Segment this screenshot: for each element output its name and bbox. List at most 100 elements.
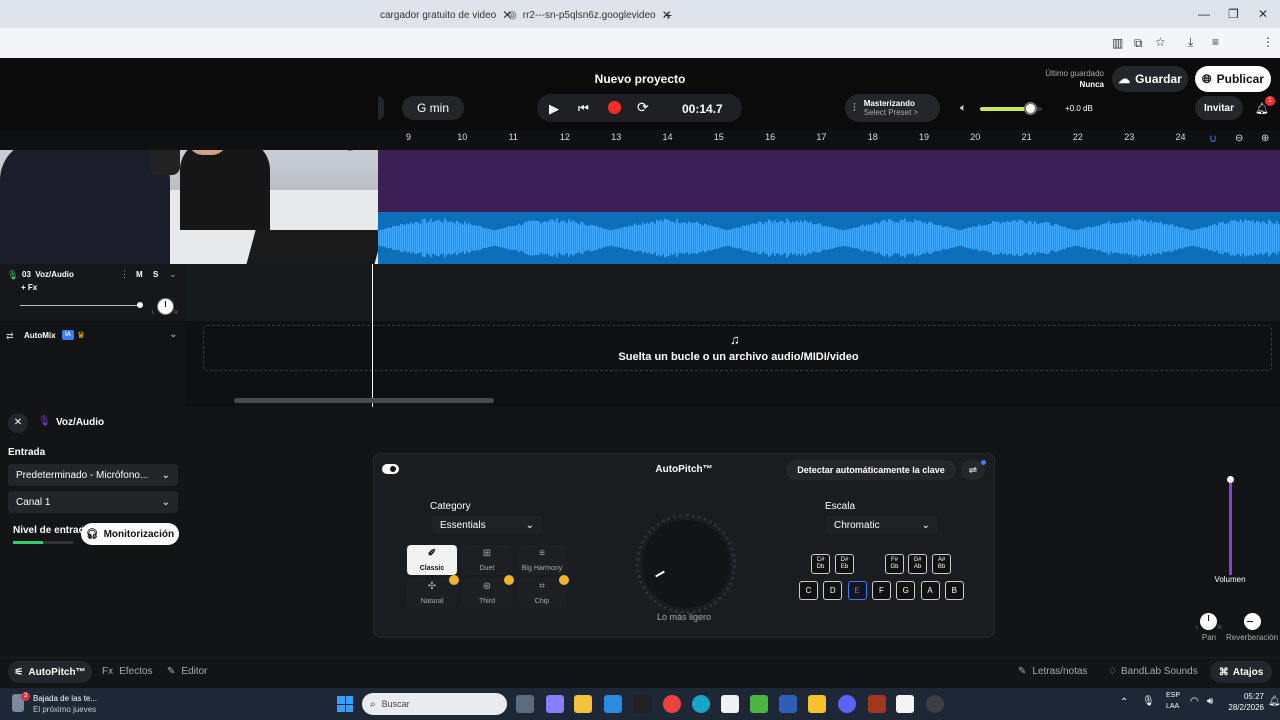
notifications-icon[interactable]: 🔔︎ — [1268, 696, 1280, 707]
track-volume-thumb[interactable] — [137, 302, 143, 308]
save-button[interactable]: ☁ Guardar — [1112, 66, 1188, 92]
master-volume-thumb[interactable] — [1023, 102, 1037, 115]
scale-key-sharp[interactable]: D# Eb — [835, 554, 854, 574]
maximize-icon[interactable]: ❐ — [1228, 7, 1239, 21]
tab-bandlab-sounds[interactable]: ♢ BandLab Sounds — [1108, 666, 1198, 677]
scale-key-sharp[interactable]: G# Ab — [908, 554, 927, 574]
magnet-icon[interactable]: ∪ — [1209, 132, 1217, 145]
chevron-down-icon[interactable]: ⌄ — [169, 269, 177, 280]
scale-key[interactable]: E — [847, 581, 867, 600]
channel-select[interactable]: Canal 1 ⌄ — [8, 491, 178, 513]
clock-time[interactable]: 05:27 — [1228, 692, 1264, 701]
loop-icon[interactable]: ⟳ — [637, 99, 649, 116]
project-title[interactable]: Nuevo proyecto — [560, 72, 720, 86]
capcut-icon[interactable] — [896, 695, 914, 713]
pitch-knob[interactable] — [642, 520, 730, 608]
horizontal-scrollbar[interactable] — [234, 398, 494, 403]
chevron-down-icon[interactable]: ⌄ — [169, 329, 177, 340]
reader-icon[interactable]: ▥ — [1112, 36, 1123, 50]
file-explorer-icon[interactable] — [574, 695, 592, 713]
tab-lyrics[interactable]: ✎ Letras/notas — [1018, 666, 1087, 677]
browser-tab[interactable]: cargador gratuito de video ✕ — [380, 4, 512, 26]
mute-button[interactable]: M — [136, 270, 143, 279]
tab-autopitch[interactable]: ⚟ AutoPitch™ — [8, 661, 92, 683]
playlist-icon[interactable]: ≡ — [1212, 35, 1219, 49]
record-button[interactable] — [608, 101, 621, 114]
copilot-icon[interactable] — [546, 695, 564, 713]
defender-icon[interactable] — [779, 695, 797, 713]
autopitch-toggle[interactable] — [382, 464, 399, 474]
edge-icon[interactable] — [692, 695, 710, 713]
timeline-ruler[interactable]: 9 10 11 12 13 14 15 16 17 18 19 20 21 22 23 24 ∪ ⊖ ⊕ — [0, 130, 1280, 150]
publish-button[interactable]: 🌐︎ Publicar — [1195, 66, 1271, 92]
new-tab-button[interactable]: + — [664, 4, 672, 26]
tab-editor[interactable]: ✎ Editor — [167, 666, 208, 677]
weather-title[interactable]: Bajada de las te... — [33, 694, 97, 703]
store-icon[interactable] — [604, 695, 622, 713]
minimize-icon[interactable]: — — [1198, 7, 1210, 21]
close-editor-button[interactable]: ✕ — [8, 413, 28, 433]
windows-start-icon[interactable] — [337, 696, 353, 712]
preset-big-harmony[interactable]: ≡ Big Harmony — [517, 545, 567, 575]
wifi-icon[interactable]: ◠ — [1190, 696, 1199, 707]
game-icon[interactable] — [868, 695, 886, 713]
monitoring-button[interactable]: 🎧︎ Monitorización — [81, 523, 179, 545]
track-name[interactable]: 03 Voz/Audio — [22, 270, 74, 279]
notepad-icon[interactable] — [721, 695, 739, 713]
playhead[interactable] — [372, 264, 373, 407]
tab-effects[interactable]: Fx Efectos — [102, 666, 152, 677]
category-select[interactable]: Essentials ⌄ — [432, 516, 542, 534]
track-region-purple[interactable] — [378, 150, 1280, 212]
add-fx-button[interactable]: + Fx — [21, 283, 37, 292]
language-code[interactable]: ESP — [1166, 692, 1180, 699]
scale-key[interactable]: C — [799, 581, 818, 600]
pan-knob[interactable] — [1200, 613, 1217, 630]
master-volume-slider[interactable] — [980, 102, 1042, 115]
input-device-select[interactable]: Predeterminado - Micrófono... ⌄ — [8, 464, 178, 486]
app-icon[interactable] — [808, 695, 826, 713]
scale-key[interactable]: F — [871, 581, 891, 600]
track-volume-slider[interactable] — [20, 305, 140, 306]
more-icon[interactable]: ⋮ — [120, 269, 129, 280]
mastering-button[interactable]: ⫶ Masterizando Select Preset > — [845, 94, 940, 122]
epic-games-icon[interactable] — [634, 695, 652, 713]
zoom-out-icon[interactable]: ⊖ — [1235, 133, 1243, 144]
reverb-knob[interactable] — [1244, 613, 1261, 630]
bookmark-star-icon[interactable]: ☆ — [1155, 35, 1166, 49]
minecraft-icon[interactable] — [750, 695, 768, 713]
scale-key[interactable]: B — [944, 581, 964, 600]
scale-key-sharp[interactable]: C# Db — [811, 554, 830, 574]
scale-key[interactable]: A — [920, 581, 940, 600]
invite-button[interactable]: Invitar — [1195, 96, 1243, 120]
chevron-up-icon[interactable]: ⌃ — [1120, 697, 1128, 708]
volume-tray-icon[interactable]: 🔊︎ — [1207, 696, 1213, 707]
empty-track-lane[interactable] — [186, 264, 1280, 321]
task-view-icon[interactable] — [516, 695, 534, 713]
shortcuts-button[interactable]: ⌘ Atajos — [1210, 661, 1272, 683]
detect-key-button[interactable]: Detectar automáticamente la clave — [786, 460, 956, 480]
preset-duet[interactable]: ⊞ Duet — [462, 545, 512, 575]
key-selector[interactable]: G min — [402, 96, 464, 120]
obs-icon[interactable] — [926, 695, 944, 713]
play-icon[interactable]: ▶ — [549, 101, 559, 117]
browser-tab[interactable]: ◎ rr2---sn-p5qlsn6z.googlevideo ✕ — [508, 4, 672, 26]
volume-fader[interactable] — [1229, 479, 1232, 575]
zoom-in-icon[interactable]: ⊕ — [1261, 133, 1269, 144]
scale-key-sharp[interactable]: F# Gb — [885, 554, 904, 574]
preset-classic[interactable]: ✐ Classic — [407, 545, 457, 575]
discord-icon[interactable] — [838, 695, 856, 713]
track-pan-knob[interactable] — [157, 298, 174, 315]
scale-key[interactable]: G — [896, 581, 916, 600]
solo-button[interactable]: S — [153, 270, 158, 279]
scale-key-sharp[interactable]: A# Bb — [932, 554, 951, 574]
rewind-icon[interactable]: ⏮ — [578, 101, 589, 116]
scale-key[interactable]: D — [823, 581, 843, 600]
scale-select[interactable]: Chromatic ⌄ — [826, 516, 938, 534]
close-window-icon[interactable]: ✕ — [1258, 7, 1268, 21]
mic-tray-icon[interactable]: 🎙︎ — [1142, 696, 1155, 707]
cast-icon[interactable]: ⧉ — [1134, 36, 1143, 51]
chrome-icon[interactable] — [663, 695, 681, 713]
tempo-pill-edge[interactable] — [378, 96, 384, 120]
drop-zone[interactable]: ♫ Suelta un bucle o un archivo audio/MID… — [203, 325, 1272, 371]
audio-clip-waveform[interactable] — [378, 212, 1280, 264]
